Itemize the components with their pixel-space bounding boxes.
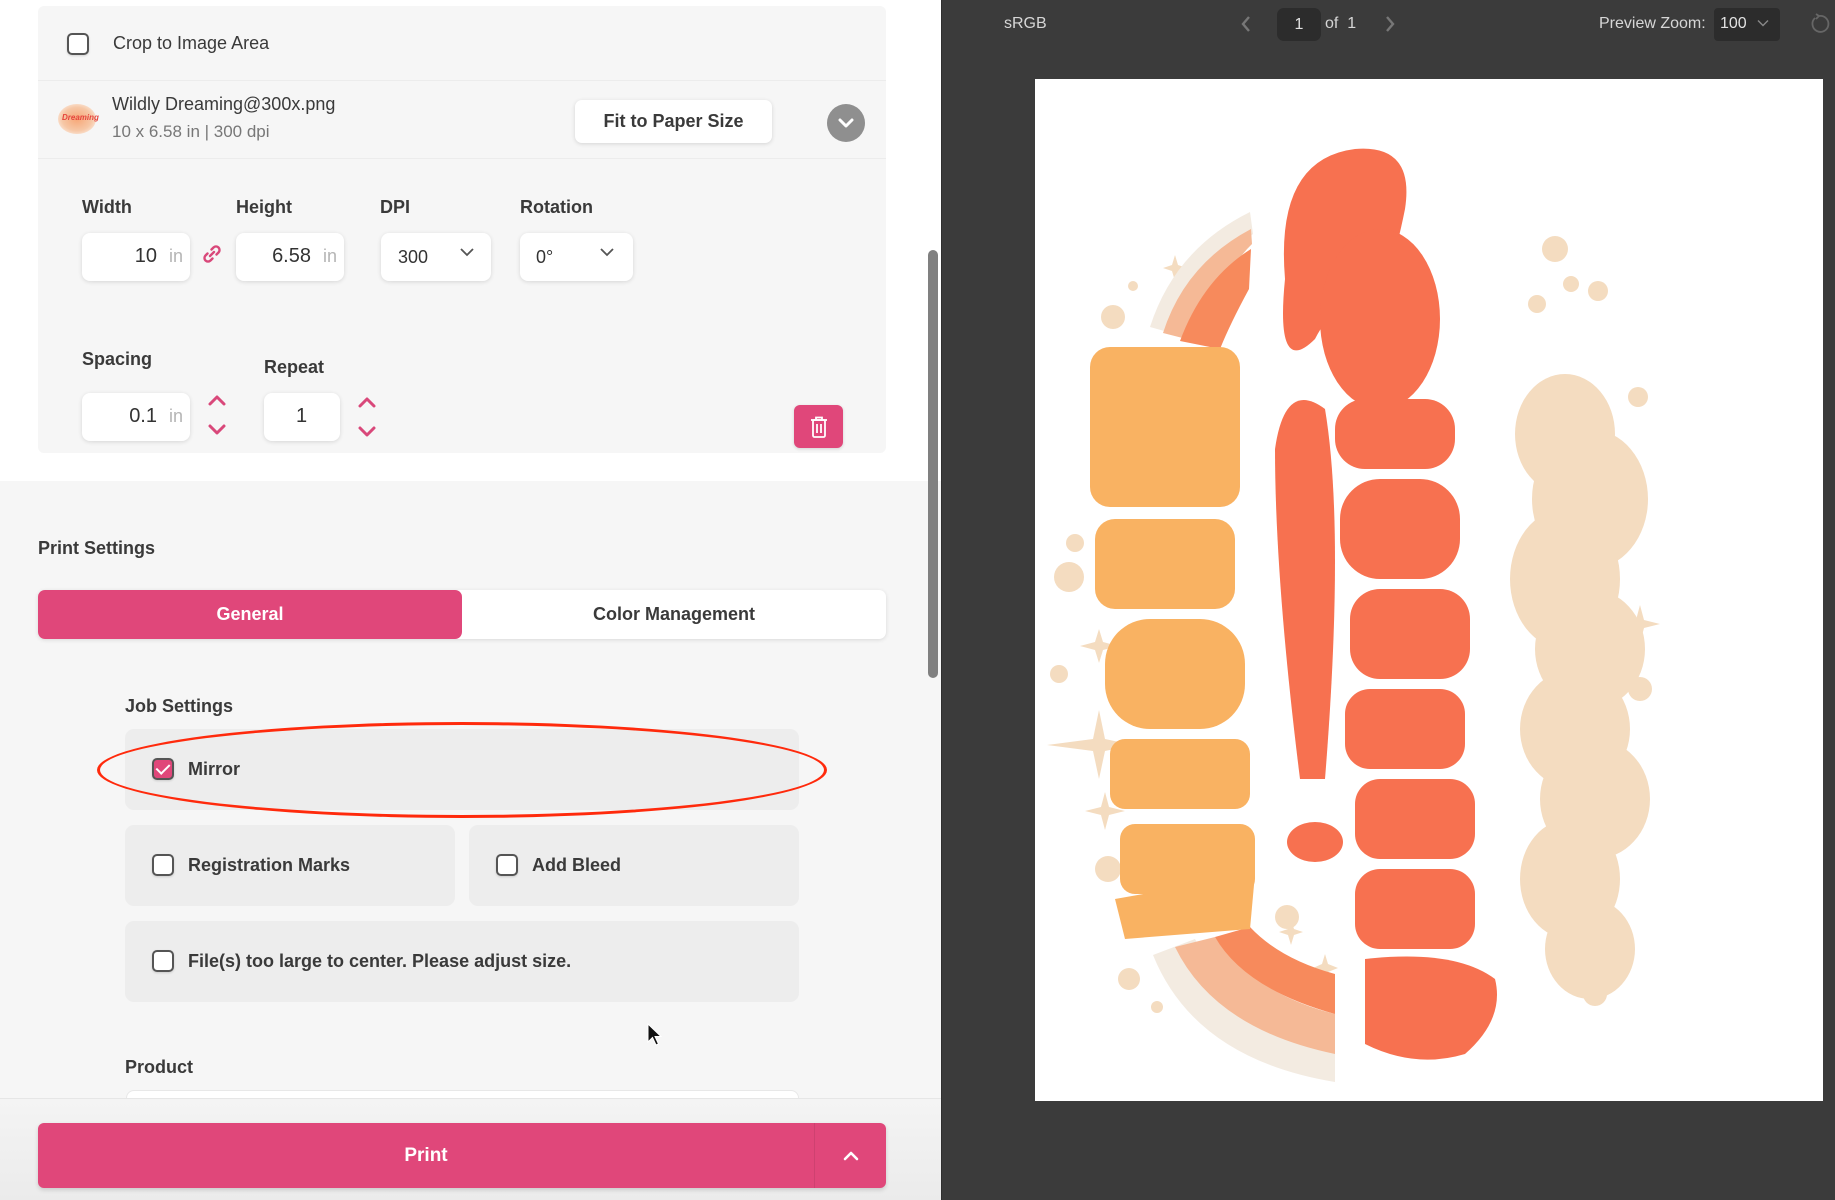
preview-zoom-label: Preview Zoom: <box>1599 15 1706 32</box>
crop-row: Crop to Image Area <box>38 6 886 81</box>
mirror-label[interactable]: Mirror <box>188 759 240 780</box>
previous-page-icon[interactable] <box>1239 14 1253 34</box>
dimension-settings: Width 10 in Height 6.58 in DPI 300 Rotat… <box>38 159 886 453</box>
file-name: Wildly Dreaming@300x.png <box>112 94 336 114</box>
spacing-stepper <box>205 391 229 439</box>
image-card: Crop to Image Area Dreaming Wildly Dream… <box>38 6 886 453</box>
chevron-down-icon <box>1757 20 1769 27</box>
mirror-option[interactable]: Mirror <box>125 729 799 810</box>
fit-to-paper-size-button[interactable]: Fit to Paper Size <box>575 100 772 143</box>
rotation-value: 0° <box>536 247 554 267</box>
mirror-checkbox[interactable] <box>152 758 174 780</box>
registration-marks-checkbox[interactable] <box>152 854 174 876</box>
print-button[interactable]: Print <box>38 1123 814 1188</box>
spacing-input[interactable]: 0.1 in <box>82 393 190 441</box>
delete-image-button[interactable] <box>794 405 843 448</box>
preview-panel: sRGB 1 of 1 Preview Zoom: 100 <box>941 0 1835 1200</box>
expand-file-button[interactable] <box>827 104 865 142</box>
crop-to-image-area-label[interactable]: Crop to Image Area <box>113 33 269 54</box>
add-bleed-checkbox[interactable] <box>496 854 518 876</box>
page-total: 1 <box>1347 15 1357 32</box>
registration-marks-label[interactable]: Registration Marks <box>188 855 350 876</box>
center-files-checkbox[interactable] <box>152 950 174 972</box>
add-bleed-label[interactable]: Add Bleed <box>532 855 621 876</box>
color-space-label: sRGB <box>1004 15 1047 32</box>
trash-icon <box>810 416 827 438</box>
file-meta: 10 x 6.58 in | 300 dpi <box>112 122 270 141</box>
dpi-select[interactable]: 300 <box>381 233 491 281</box>
width-input[interactable]: 10 in <box>82 233 190 281</box>
height-unit: in <box>322 246 337 266</box>
preview-zoom-select[interactable]: 100 <box>1714 8 1780 41</box>
artwork-text-wildly <box>1090 347 1255 939</box>
height-value: 6.58 <box>272 245 311 267</box>
center-files-label[interactable]: File(s) too large to center. Please adju… <box>188 951 571 972</box>
chevron-down-icon <box>600 248 614 257</box>
dpi-value: 300 <box>398 247 429 267</box>
artwork-text-dreaming <box>1275 148 1497 1060</box>
file-row: Dreaming Wildly Dreaming@300x.png 10 x 6… <box>38 82 886 159</box>
print-options-button[interactable] <box>815 1123 886 1188</box>
chevron-down-icon[interactable] <box>355 421 379 441</box>
height-label: Height <box>236 197 292 217</box>
spacing-label: Spacing <box>82 349 153 369</box>
rotation-select[interactable]: 0° <box>520 233 633 281</box>
repeat-input[interactable]: 1 <box>264 393 340 441</box>
link-aspect-ratio-icon[interactable] <box>201 243 223 265</box>
height-input[interactable]: 6.58 in <box>236 233 344 281</box>
page-number-input[interactable]: 1 <box>1277 8 1321 41</box>
add-bleed-option[interactable]: Add Bleed <box>469 825 799 906</box>
chevron-up-icon <box>843 1151 858 1160</box>
thumbnail-text: Dreaming <box>62 113 99 122</box>
print-settings-title: Print Settings <box>38 538 156 558</box>
artwork-preview <box>1047 148 1660 1082</box>
artwork-rainbow-top <box>1150 212 1253 349</box>
width-label: Width <box>82 197 132 217</box>
center-files-option[interactable]: File(s) too large to center. Please adju… <box>125 921 799 1002</box>
settings-scrollbar[interactable] <box>928 250 938 678</box>
tab-general[interactable]: General <box>38 590 462 639</box>
preview-page <box>1035 79 1823 1101</box>
width-value: 10 <box>134 245 157 267</box>
settings-panel: Crop to Image Area Dreaming Wildly Dream… <box>0 0 941 1200</box>
file-thumbnail: Dreaming <box>58 104 99 134</box>
page-of-text: of <box>1325 15 1339 32</box>
rotation-label: Rotation <box>520 197 593 217</box>
chevron-down-icon <box>460 248 474 257</box>
chevron-up-icon[interactable] <box>355 393 379 413</box>
width-unit: in <box>168 246 183 266</box>
repeat-value: 1 <box>296 405 308 427</box>
repeat-label: Repeat <box>264 357 325 377</box>
page-count: of 1 <box>1325 15 1356 33</box>
dpi-label: DPI <box>380 197 411 217</box>
mouse-cursor-icon <box>647 1023 663 1046</box>
next-page-icon[interactable] <box>1383 14 1397 34</box>
spacing-unit: in <box>168 406 183 426</box>
print-settings-tabs: General Color Management <box>38 590 886 639</box>
product-title: Product <box>125 1057 194 1077</box>
tab-color-management[interactable]: Color Management <box>462 590 886 639</box>
print-button-group: Print <box>38 1123 886 1188</box>
artwork-rainbow-bottom <box>1153 927 1335 1082</box>
repeat-stepper <box>355 393 379 441</box>
crop-to-image-area-checkbox[interactable] <box>67 33 89 55</box>
footer-bar: Print <box>0 1098 941 1200</box>
chevron-down-icon[interactable] <box>205 419 229 439</box>
spacing-value: 0.1 <box>129 405 157 427</box>
registration-marks-option[interactable]: Registration Marks <box>125 825 455 906</box>
chevron-down-icon <box>838 118 854 128</box>
reset-rotate-icon[interactable] <box>1808 13 1830 35</box>
chevron-up-icon[interactable] <box>205 391 229 411</box>
preview-zoom-value: 100 <box>1720 15 1747 32</box>
job-settings-title: Job Settings <box>125 696 234 716</box>
